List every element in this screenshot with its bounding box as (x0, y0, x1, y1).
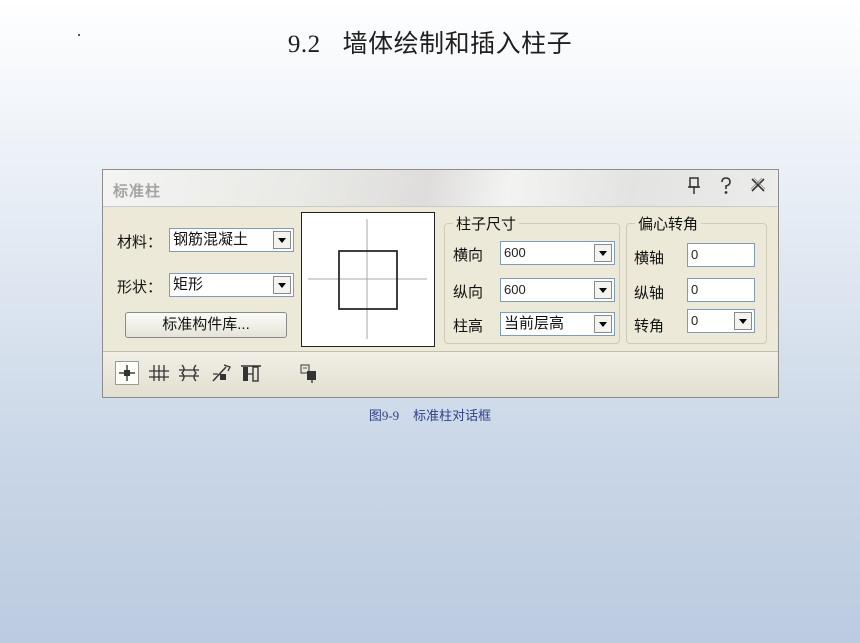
x-axis-offset-input[interactable]: 0 (687, 243, 755, 267)
area-grid-icon[interactable] (177, 361, 201, 385)
standard-component-library-button[interactable]: 标准构件库... (125, 312, 287, 338)
column-height-value: 当前层高 (504, 315, 565, 332)
rotation-label: 转角 (634, 318, 665, 335)
x-axis-label: 横轴 (634, 250, 665, 267)
figure-caption: 图9-9 标准柱对话框 (0, 405, 860, 424)
point-insert-icon[interactable] (115, 361, 139, 385)
chevron-down-icon[interactable] (594, 244, 612, 262)
section-title: 墙体绘制和插入柱子 (342, 31, 573, 58)
shape-value: 矩形 (173, 276, 204, 293)
vertical-size-select[interactable]: 600 (500, 278, 615, 302)
copy-column-icon[interactable] (297, 361, 321, 385)
titlebar-controls (684, 177, 768, 200)
y-axis-label: 纵轴 (634, 285, 665, 302)
y-axis-offset-value: 0 (691, 282, 699, 297)
chevron-down-icon[interactable] (273, 231, 291, 249)
chevron-down-icon[interactable] (594, 315, 612, 333)
chevron-down-icon[interactable] (594, 281, 612, 299)
material-label: 材料： (117, 234, 163, 251)
column-preview (301, 212, 435, 347)
horizontal-label: 横向 (453, 247, 484, 264)
x-axis-offset-value: 0 (691, 247, 699, 262)
section-number: 9.2 (287, 31, 321, 58)
column-size-title: 柱子尺寸 (453, 213, 520, 234)
material-select[interactable]: 钢筋混凝土 (169, 228, 294, 252)
pick-column-icon[interactable] (239, 361, 263, 385)
dialog-title: 标准柱 (113, 183, 162, 200)
material-value: 钢筋混凝土 (173, 231, 249, 248)
horizontal-size-value: 600 (504, 245, 526, 260)
pin-icon[interactable] (684, 177, 704, 200)
offset-rotation-title: 偏心转角 (635, 213, 702, 234)
preview-drawing (308, 219, 427, 339)
shape-label: 形状： (117, 279, 163, 296)
height-label: 柱高 (453, 318, 484, 335)
shape-select[interactable]: 矩形 (169, 273, 294, 297)
figure-number: 图9-9 (368, 408, 400, 423)
column-height-select[interactable]: 当前层高 (500, 312, 615, 336)
replace-column-icon[interactable] (209, 361, 233, 385)
y-axis-offset-input[interactable]: 0 (687, 278, 755, 302)
chevron-down-icon[interactable] (273, 276, 291, 294)
slide-title: 9.2 墙体绘制和插入柱子 (0, 24, 860, 60)
standard-column-dialog: 标准柱 材料： 钢筋混凝土 形状： 矩形 标准构件库... 柱子尺寸 横向 60… (102, 169, 779, 398)
horizontal-size-select[interactable]: 600 (500, 241, 615, 265)
insert-mode-toolbar (103, 351, 778, 397)
vertical-label: 纵向 (453, 284, 484, 301)
vertical-size-value: 600 (504, 282, 526, 297)
help-icon[interactable] (716, 177, 736, 200)
close-icon[interactable] (748, 177, 768, 200)
chevron-down-icon[interactable] (734, 312, 752, 330)
rotation-value: 0 (691, 313, 699, 328)
rotation-select[interactable]: 0 (687, 309, 755, 333)
figure-caption-text: 标准柱对话框 (413, 408, 492, 423)
axis-intersection-icon[interactable] (147, 361, 171, 385)
dialog-titlebar[interactable]: 标准柱 (103, 170, 778, 207)
